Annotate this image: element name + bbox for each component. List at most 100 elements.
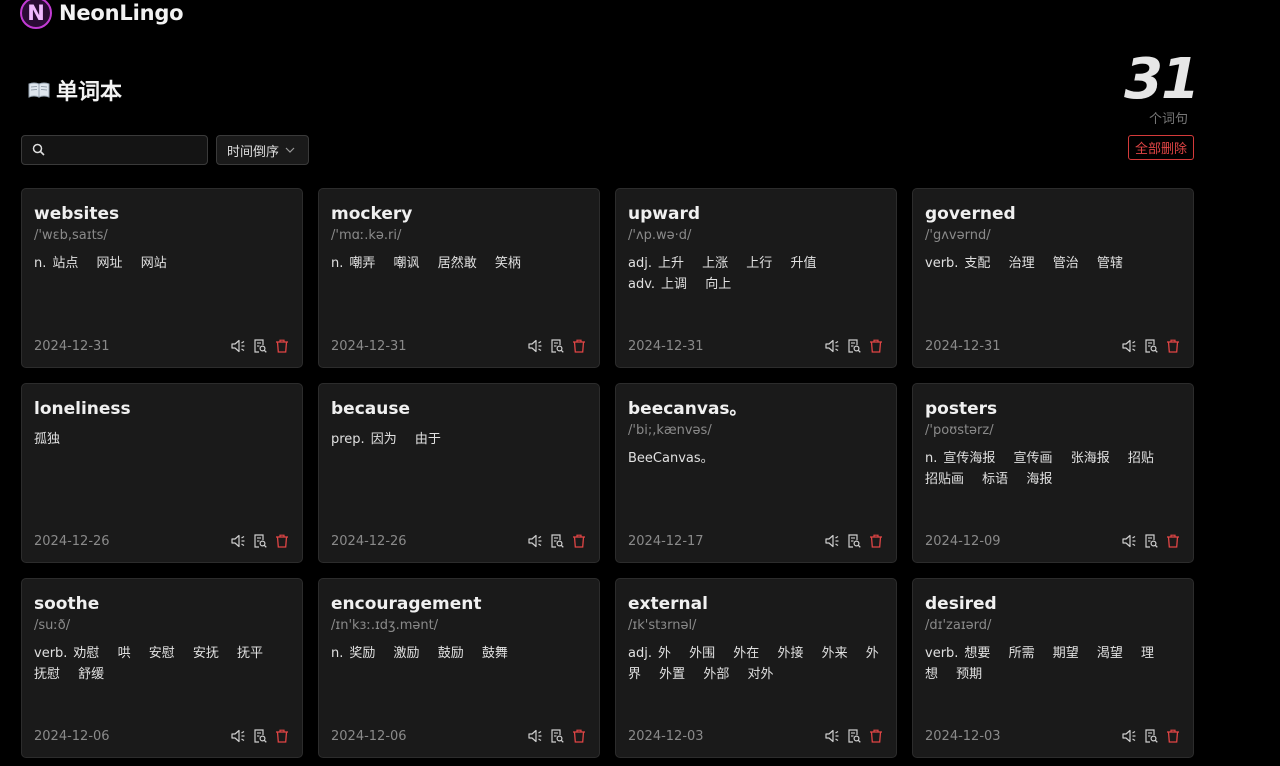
word-phonetic: /'wɛb,saɪts/ bbox=[34, 228, 108, 243]
word-card[interactable]: loneliness 孤独 2024-12-26 bbox=[21, 383, 303, 563]
definition-line: n. 站点 网址 网站 bbox=[34, 253, 290, 274]
search-input[interactable] bbox=[51, 142, 201, 158]
speaker-icon[interactable] bbox=[230, 338, 246, 354]
dictionary-search-icon[interactable] bbox=[549, 728, 565, 744]
search-box[interactable] bbox=[21, 135, 208, 165]
dictionary-search-icon[interactable] bbox=[252, 533, 268, 549]
word-text: because bbox=[331, 399, 410, 419]
speaker-icon[interactable] bbox=[824, 728, 840, 744]
dictionary-search-icon[interactable] bbox=[846, 728, 862, 744]
part-of-speech: adj. bbox=[628, 256, 652, 271]
speaker-icon[interactable] bbox=[230, 533, 246, 549]
dictionary-search-icon[interactable] bbox=[252, 338, 268, 354]
card-footer: 2024-12-17 bbox=[628, 533, 884, 549]
card-actions bbox=[1121, 533, 1181, 549]
word-card[interactable]: governed /'gʌvərnd/ verb. 支配 治理 管治 管辖 202… bbox=[912, 188, 1194, 368]
definition-line: verb. 劝慰 哄 安慰 安抚 抚平 抚慰 舒缓 bbox=[34, 643, 290, 685]
meaning: 支配 bbox=[964, 256, 991, 271]
delete-all-button[interactable]: 全部删除 bbox=[1127, 135, 1194, 160]
trash-icon[interactable] bbox=[274, 728, 290, 744]
speaker-icon[interactable] bbox=[527, 728, 543, 744]
speaker-icon[interactable] bbox=[1121, 338, 1137, 354]
meaning: 嘲讽 bbox=[393, 256, 420, 271]
speaker-icon[interactable] bbox=[1121, 533, 1137, 549]
sort-select[interactable]: 时间倒序 bbox=[216, 135, 309, 165]
dictionary-search-icon[interactable] bbox=[846, 338, 862, 354]
word-card[interactable]: upward /'ʌp.wə·d/ adj. 上升 上涨 上行 升值 adv. 上调… bbox=[615, 188, 897, 368]
meaning: 站点 bbox=[52, 256, 79, 271]
speaker-icon[interactable] bbox=[1121, 728, 1137, 744]
dictionary-search-icon[interactable] bbox=[549, 338, 565, 354]
definition-line: verb. 想要 所需 期望 渴望 理想 预期 bbox=[925, 643, 1181, 685]
meaning: 孤独 bbox=[34, 432, 61, 447]
meaning: 想要 bbox=[964, 646, 991, 661]
card-footer: 2024-12-31 bbox=[925, 338, 1181, 354]
dictionary-search-icon[interactable] bbox=[846, 533, 862, 549]
meaning: 安抚 bbox=[192, 646, 219, 661]
trash-icon[interactable] bbox=[868, 338, 884, 354]
trash-icon[interactable] bbox=[1165, 533, 1181, 549]
trash-icon[interactable] bbox=[868, 533, 884, 549]
word-text: loneliness bbox=[34, 399, 131, 419]
meaning: 激励 bbox=[393, 646, 420, 661]
word-card[interactable]: external /ɪk'stɜrnəl/ adj. 外 外围 外在 外接 外来 … bbox=[615, 578, 897, 758]
part-of-speech: verb. bbox=[34, 646, 68, 661]
trash-icon[interactable] bbox=[571, 338, 587, 354]
trash-icon[interactable] bbox=[571, 728, 587, 744]
speaker-icon[interactable] bbox=[824, 338, 840, 354]
word-card[interactable]: desired /dɪ'zaɪərd/ verb. 想要 所需 期望 渴望 理想 … bbox=[912, 578, 1194, 758]
card-footer: 2024-12-31 bbox=[331, 338, 587, 354]
speaker-icon[interactable] bbox=[824, 533, 840, 549]
dictionary-search-icon[interactable] bbox=[1143, 728, 1159, 744]
word-card[interactable]: posters /'poʊstərz/ n. 宣传海报 宣传画 张海报 招贴 招贴… bbox=[912, 383, 1194, 563]
trash-icon[interactable] bbox=[571, 533, 587, 549]
dictionary-search-icon[interactable] bbox=[1143, 338, 1159, 354]
word-date: 2024-12-03 bbox=[925, 728, 1001, 744]
card-actions bbox=[527, 338, 587, 354]
word-definitions: BeeCanvas。 bbox=[628, 448, 884, 469]
word-phonetic: /'bi;,kænvəs/ bbox=[628, 423, 712, 438]
part-of-speech: n. bbox=[34, 256, 47, 271]
part-of-speech: n. bbox=[331, 256, 344, 271]
meaning: 外部 bbox=[703, 667, 730, 682]
meaning: 因为 bbox=[370, 432, 397, 447]
dictionary-search-icon[interactable] bbox=[549, 533, 565, 549]
meaning: 由于 bbox=[414, 432, 441, 447]
meaning: 奖励 bbox=[349, 646, 376, 661]
word-card[interactable]: websites /'wɛb,saɪts/ n. 站点 网址 网站 2024-12… bbox=[21, 188, 303, 368]
word-card[interactable]: because prep. 因为 由于 2024-12-26 bbox=[318, 383, 600, 563]
meaning: 外 bbox=[657, 646, 671, 661]
card-footer: 2024-12-26 bbox=[34, 533, 290, 549]
chevron-down-icon bbox=[285, 143, 295, 158]
card-actions bbox=[230, 338, 290, 354]
part-of-speech: verb. bbox=[925, 256, 959, 271]
trash-icon[interactable] bbox=[1165, 728, 1181, 744]
meaning: 招贴画 bbox=[925, 472, 965, 487]
word-phonetic: /ɪn'kɜː.ɪdʒ.mənt/ bbox=[331, 618, 439, 633]
word-card[interactable]: mockery /'mɑː.kə.ri/ n. 嘲弄 嘲讽 居然敢 笑柄 2024… bbox=[318, 188, 600, 368]
app-logo[interactable]: N NeonLingo bbox=[20, 0, 184, 29]
meaning: 哄 bbox=[117, 646, 131, 661]
meaning: 招贴 bbox=[1127, 451, 1154, 466]
word-card[interactable]: beecanvas。 /'bi;,kænvəs/ BeeCanvas。 2024… bbox=[615, 383, 897, 563]
word-text: governed bbox=[925, 204, 1016, 224]
word-date: 2024-12-26 bbox=[34, 533, 110, 549]
definition-line: BeeCanvas。 bbox=[628, 448, 884, 469]
trash-icon[interactable] bbox=[274, 533, 290, 549]
trash-icon[interactable] bbox=[868, 728, 884, 744]
dictionary-search-icon[interactable] bbox=[1143, 533, 1159, 549]
trash-icon[interactable] bbox=[274, 338, 290, 354]
word-card[interactable]: encouragement /ɪn'kɜː.ɪdʒ.mənt/ n. 奖励 激励 … bbox=[318, 578, 600, 758]
word-date: 2024-12-31 bbox=[34, 338, 110, 354]
app-name: NeonLingo bbox=[59, 1, 184, 25]
dictionary-search-icon[interactable] bbox=[252, 728, 268, 744]
part-of-speech: prep. bbox=[331, 432, 365, 447]
speaker-icon[interactable] bbox=[230, 728, 246, 744]
meaning: 抚慰 bbox=[34, 667, 61, 682]
trash-icon[interactable] bbox=[1165, 338, 1181, 354]
card-footer: 2024-12-31 bbox=[628, 338, 884, 354]
speaker-icon[interactable] bbox=[527, 533, 543, 549]
speaker-icon[interactable] bbox=[527, 338, 543, 354]
word-card[interactable]: soothe /suːð/ verb. 劝慰 哄 安慰 安抚 抚平 抚慰 舒缓 2… bbox=[21, 578, 303, 758]
word-text: desired bbox=[925, 594, 997, 614]
